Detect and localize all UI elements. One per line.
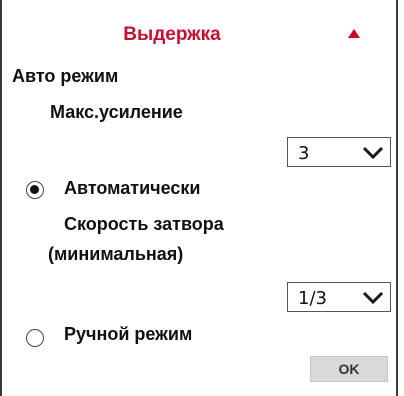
auto-mode-label: Авто режим bbox=[12, 66, 119, 86]
chevron-down-icon bbox=[362, 291, 384, 305]
shutter-speed-sublabel: (минимальная) bbox=[48, 244, 184, 264]
shutter-speed-select[interactable]: 1/3 bbox=[287, 282, 391, 312]
automatic-label: Автоматически bbox=[64, 178, 201, 198]
max-gain-label: Макс.усиление bbox=[50, 102, 183, 122]
ok-button[interactable]: OK bbox=[310, 356, 388, 382]
max-gain-value: 3 bbox=[298, 143, 310, 164]
panel-title: Выдержка bbox=[123, 24, 221, 45]
manual-mode-label: Ручной режим bbox=[64, 324, 193, 344]
shutter-speed-value: 1/3 bbox=[298, 288, 327, 309]
collapse-triangle-icon[interactable] bbox=[343, 24, 363, 44]
exposure-panel: Выдержка Авто режим Макс.усиление 3 Авто… bbox=[0, 0, 398, 396]
shutter-speed-label: Скорость затвора bbox=[64, 214, 224, 234]
chevron-down-icon bbox=[362, 146, 384, 160]
automatic-radio[interactable] bbox=[26, 181, 44, 199]
manual-mode-radio[interactable] bbox=[26, 329, 44, 347]
max-gain-select[interactable]: 3 bbox=[287, 137, 391, 167]
